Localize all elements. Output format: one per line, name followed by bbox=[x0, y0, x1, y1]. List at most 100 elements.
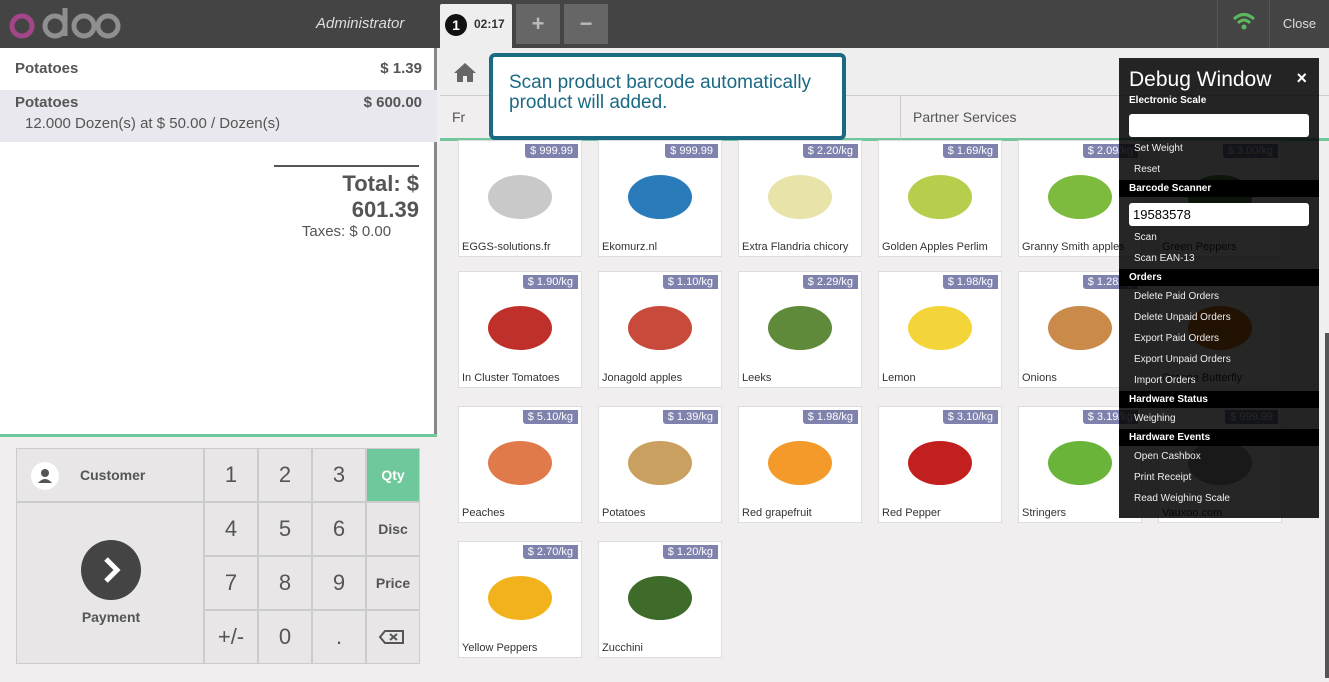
mode-price-button[interactable]: Price bbox=[366, 556, 420, 610]
product-image bbox=[607, 155, 713, 235]
product-card[interactable]: $ 1.90/kg In Cluster Tomatoes bbox=[458, 271, 582, 388]
export-unpaid-orders-button[interactable]: Export Unpaid Orders bbox=[1134, 354, 1231, 365]
close-icon[interactable]: × bbox=[1296, 68, 1307, 89]
scrollbar[interactable] bbox=[1325, 333, 1329, 678]
product-name: Extra Flandria chicory bbox=[742, 241, 849, 253]
close-button[interactable]: Close bbox=[1269, 0, 1329, 48]
product-name: Golden Apples Perlim bbox=[882, 241, 988, 253]
numpad-key-2[interactable]: 2 bbox=[258, 448, 312, 502]
order-line-name: Potatoes bbox=[15, 94, 79, 111]
order-line[interactable]: Potatoes $ 1.39 bbox=[0, 48, 437, 90]
hardware-status-header: Hardware Status bbox=[1119, 391, 1319, 408]
numpad-key-0[interactable]: 0 bbox=[258, 610, 312, 664]
category-button[interactable]: Fr bbox=[452, 96, 465, 139]
numpad-key-7[interactable]: 7 bbox=[204, 556, 258, 610]
product-price: $ 1.20/kg bbox=[662, 545, 718, 559]
product-card[interactable]: $ 1.10/kg Jonagold apples bbox=[598, 271, 722, 388]
product-image bbox=[887, 155, 993, 235]
product-card[interactable]: $ 5.10/kg Peaches bbox=[458, 406, 582, 523]
order-tab[interactable]: 1 02:17 bbox=[440, 4, 512, 48]
product-card[interactable]: $ 2.70/kg Yellow Peppers bbox=[458, 541, 582, 658]
product-price: $ 1.90/kg bbox=[522, 275, 578, 289]
order-number-badge: 1 bbox=[445, 14, 467, 36]
numpad-key-dot[interactable]: . bbox=[312, 610, 366, 664]
product-name: Red Pepper bbox=[882, 507, 941, 519]
mode-disc-button[interactable]: Disc bbox=[366, 502, 420, 556]
wifi-status-icon[interactable] bbox=[1217, 0, 1269, 48]
mode-qty-button[interactable]: Qty bbox=[366, 448, 420, 502]
product-price: $ 2.20/kg bbox=[802, 144, 858, 158]
product-card[interactable]: $ 2.20/kg Extra Flandria chicory bbox=[738, 140, 862, 257]
product-card[interactable]: $ 1.98/kg Lemon bbox=[878, 271, 1002, 388]
product-name: Jonagold apples bbox=[602, 372, 683, 384]
product-card[interactable]: $ 3.10/kg Red Pepper bbox=[878, 406, 1002, 523]
backspace-icon[interactable] bbox=[366, 610, 420, 664]
scan-button[interactable]: Scan bbox=[1134, 232, 1157, 243]
orders-section-header: Orders bbox=[1119, 269, 1319, 286]
numpad-key-9[interactable]: 9 bbox=[312, 556, 366, 610]
numpad-key-4[interactable]: 4 bbox=[204, 502, 258, 556]
category-button[interactable]: Partner Services bbox=[900, 96, 1016, 139]
product-card[interactable]: $ 999.99 Ekomurz.nl bbox=[598, 140, 722, 257]
numpad-key-sign[interactable]: +/- bbox=[204, 610, 258, 664]
add-order-button[interactable]: + bbox=[516, 4, 560, 44]
set-weight-button[interactable]: Set Weight bbox=[1134, 143, 1183, 154]
top-bar: Administrator bbox=[0, 0, 1329, 48]
product-card[interactable]: $ 1.69/kg Golden Apples Perlim bbox=[878, 140, 1002, 257]
barcode-input[interactable]: 19583578 bbox=[1129, 203, 1309, 226]
product-name: EGGS-solutions.fr bbox=[462, 241, 551, 253]
print-receipt-button[interactable]: Print Receipt bbox=[1134, 472, 1191, 483]
user-icon bbox=[31, 462, 59, 490]
order-pane: Potatoes $ 1.39 Potatoes $ 600.00 12.000… bbox=[0, 48, 437, 678]
export-paid-orders-button[interactable]: Export Paid Orders bbox=[1134, 333, 1219, 344]
product-card[interactable]: $ 1.20/kg Zucchini bbox=[598, 541, 722, 658]
product-card[interactable]: $ 1.39/kg Potatoes bbox=[598, 406, 722, 523]
weighing-status: Weighing bbox=[1134, 413, 1176, 424]
order-line-selected[interactable]: Potatoes $ 600.00 12.000 Dozen(s) at $ 5… bbox=[0, 90, 437, 142]
product-card[interactable]: $ 1.98/kg Red grapefruit bbox=[738, 406, 862, 523]
order-summary: Total: $ 601.39 Taxes: $ 0.00 bbox=[274, 165, 419, 240]
order-line-name: Potatoes bbox=[15, 60, 79, 77]
product-name: Yellow Peppers bbox=[462, 642, 538, 654]
numpad-key-8[interactable]: 8 bbox=[258, 556, 312, 610]
product-name: Potatoes bbox=[602, 507, 646, 519]
reset-button[interactable]: Reset bbox=[1134, 164, 1160, 175]
product-price: $ 999.99 bbox=[665, 144, 718, 158]
remove-order-button[interactable]: − bbox=[564, 4, 608, 44]
weight-input[interactable] bbox=[1129, 114, 1309, 137]
payment-button[interactable]: Payment bbox=[16, 502, 204, 664]
scan-ean13-button[interactable]: Scan EAN-13 bbox=[1134, 253, 1195, 264]
read-weighing-scale-button[interactable]: Read Weighing Scale bbox=[1134, 493, 1230, 504]
delete-paid-orders-button[interactable]: Delete Paid Orders bbox=[1134, 291, 1219, 302]
product-price: $ 999.99 bbox=[525, 144, 578, 158]
chevron-right-icon bbox=[81, 540, 141, 600]
product-price: $ 1.98/kg bbox=[942, 275, 998, 289]
product-name: Ekomurz.nl bbox=[602, 241, 658, 253]
product-name: Leeks bbox=[742, 372, 772, 384]
product-image bbox=[747, 155, 853, 235]
order-line-info: 12.000 Dozen(s) at $ 50.00 / Dozen(s) bbox=[25, 115, 281, 132]
product-image bbox=[747, 286, 853, 366]
numpad-area: Customer Payment 1 2 3 Qty 4 5 6 Disc 7 … bbox=[0, 434, 437, 678]
import-orders-button[interactable]: Import Orders bbox=[1134, 375, 1196, 386]
debug-window: Debug Window × Electronic Scale Set Weig… bbox=[1119, 58, 1319, 518]
home-icon[interactable] bbox=[440, 48, 490, 96]
scale-section-header: Electronic Scale bbox=[1129, 95, 1207, 106]
customer-button[interactable]: Customer bbox=[16, 448, 204, 502]
numpad-key-1[interactable]: 1 bbox=[204, 448, 258, 502]
product-image bbox=[467, 155, 573, 235]
numpad-key-6[interactable]: 6 bbox=[312, 502, 366, 556]
tutorial-callout: Scan product barcode automatically produ… bbox=[489, 53, 846, 140]
product-card[interactable]: $ 2.29/kg Leeks bbox=[738, 271, 862, 388]
product-name: In Cluster Tomatoes bbox=[462, 372, 560, 384]
delete-unpaid-orders-button[interactable]: Delete Unpaid Orders bbox=[1134, 312, 1231, 323]
customer-label: Customer bbox=[80, 467, 146, 483]
product-name: Lemon bbox=[882, 372, 916, 384]
product-name: Zucchini bbox=[602, 642, 643, 654]
product-image bbox=[747, 421, 853, 501]
numpad-key-5[interactable]: 5 bbox=[258, 502, 312, 556]
numpad-key-3[interactable]: 3 bbox=[312, 448, 366, 502]
open-cashbox-button[interactable]: Open Cashbox bbox=[1134, 451, 1201, 462]
product-card[interactable]: $ 999.99 EGGS-solutions.fr bbox=[458, 140, 582, 257]
product-name: Red grapefruit bbox=[742, 507, 812, 519]
